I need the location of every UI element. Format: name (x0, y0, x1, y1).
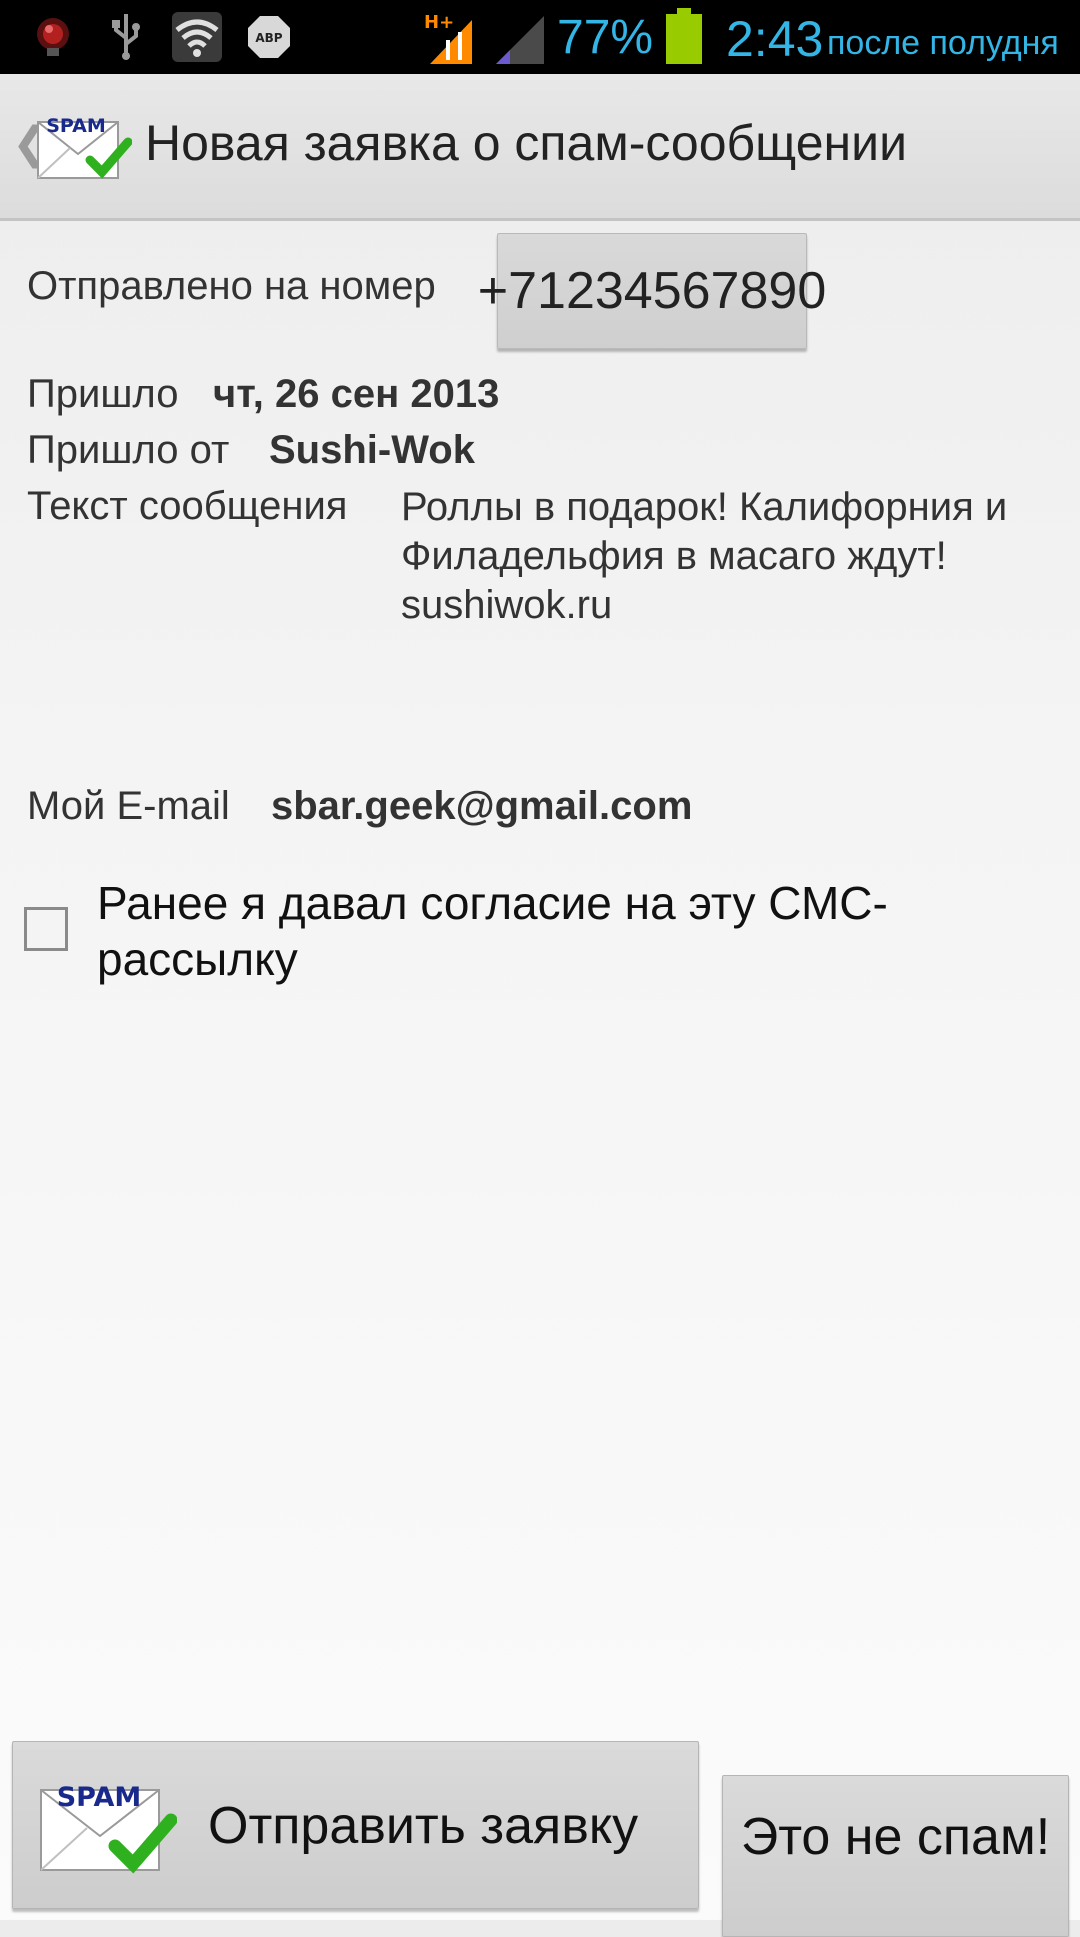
message-text-value: Роллы в подарок! Калифорния и Филадельфи… (401, 485, 1008, 627)
battery-percent: 77% (557, 11, 654, 64)
from-value: Sushi-Wok (269, 428, 475, 472)
notification-icon (30, 14, 76, 64)
svg-text:SPAM: SPAM (46, 115, 105, 137)
from-label: Пришло от (27, 428, 230, 472)
svg-text:SPAM: SPAM (57, 1782, 142, 1813)
email-value: sbar.geek@gmail.com (271, 784, 693, 828)
page-title: Новая заявка о спам-сообщении (145, 115, 908, 171)
send-request-button[interactable]: SPAM Отправить заявку (12, 1741, 699, 1909)
wifi-icon (172, 12, 222, 66)
signal-icon (492, 10, 546, 70)
consent-checkbox[interactable] (24, 907, 68, 951)
consent-label[interactable]: Ранее я давал согласие на эту СМС-рассыл… (97, 875, 1057, 987)
usb-icon (106, 12, 146, 64)
svg-text:H+: H+ (424, 12, 454, 33)
spam-logo-icon: SPAM (37, 1776, 178, 1876)
message-text-label: Текст сообщения (27, 484, 348, 528)
action-bar: ❮ SPAM Новая заявка о спам-сообщении (0, 74, 1080, 221)
network-h-plus-icon: H+ (422, 10, 478, 70)
svg-text:ABP: ABP (255, 31, 282, 45)
send-request-label: Отправить заявку (208, 1797, 639, 1855)
not-spam-label: Это не спам! (740, 1808, 1051, 1866)
phone-number-value: +71234567890 (477, 262, 827, 320)
sent-to-label: Отправлено на номер (27, 264, 436, 308)
received-label: Пришло (27, 372, 179, 416)
phone-number-button[interactable]: +71234567890 (478, 233, 826, 349)
email-label: Мой E-mail (27, 784, 230, 828)
clock-time: 2:43 (726, 11, 824, 67)
clock-period: после полудня (827, 24, 1059, 62)
not-spam-button[interactable]: Это не спам! (722, 1775, 1069, 1937)
status-bar: ABP H+ 77% 2:43 после полудня (0, 0, 1080, 74)
spam-logo-icon[interactable]: SPAM (36, 112, 133, 182)
received-date-value: чт, 26 сен 2013 (213, 372, 500, 416)
adblock-icon: ABP (246, 14, 292, 64)
battery-icon (664, 8, 704, 70)
